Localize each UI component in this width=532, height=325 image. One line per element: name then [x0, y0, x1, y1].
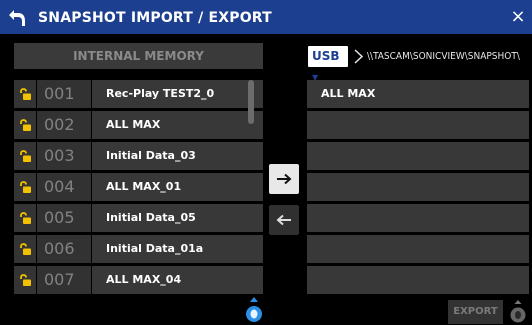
snapshot-name[interactable]: Initial Data_05: [92, 204, 263, 232]
snapshot-name[interactable]: ALL MAX: [92, 111, 263, 139]
snapshot-name[interactable]: ALL MAX_04: [92, 266, 263, 294]
unlocked-padlock-icon: [19, 87, 32, 101]
usb-source-select[interactable]: USB ▼: [308, 46, 348, 82]
internal-snapshot-row[interactable]: 007 ALL MAX_04: [14, 266, 263, 294]
lock-toggle[interactable]: [14, 80, 36, 108]
export-to-usb-button[interactable]: [269, 164, 299, 194]
snapshot-number: 001: [37, 80, 91, 108]
internal-list-scrollbar[interactable]: [248, 80, 254, 124]
internal-memory-header: INTERNAL MEMORY: [14, 43, 263, 69]
back-button[interactable]: [2, 1, 32, 33]
internal-snapshot-row[interactable]: 004 ALL MAX_01: [14, 173, 263, 201]
snapshot-name[interactable]: Initial Data_01a: [92, 235, 263, 263]
usb-source-label: USB: [312, 49, 340, 63]
unlocked-padlock-icon: [19, 242, 32, 256]
encoder-knob-icon: [246, 297, 262, 322]
unlocked-padlock-icon: [19, 273, 32, 287]
arrow-right-icon: [277, 173, 292, 185]
lock-toggle[interactable]: [14, 142, 36, 170]
unlocked-padlock-icon: [19, 211, 32, 225]
snapshot-number: 006: [37, 235, 91, 263]
export-button[interactable]: EXPORT: [448, 300, 503, 324]
internal-snapshot-list: 001 Rec-Play TEST2_0 002 ALL MAX 003 Initial …: [14, 80, 263, 297]
snapshot-name[interactable]: Initial Data_03: [92, 142, 263, 170]
usb-snapshot-row[interactable]: [307, 173, 529, 201]
usb-path: \\TASCAM\SONICVIEW\SNAPSHOT\: [367, 51, 520, 62]
internal-snapshot-row[interactable]: 003 Initial Data_03: [14, 142, 263, 170]
snapshot-number: 004: [37, 173, 91, 201]
internal-snapshot-row[interactable]: 006 Initial Data_01a: [14, 235, 263, 263]
snapshot-number: 002: [37, 111, 91, 139]
encoder-knob-icon: [510, 300, 526, 323]
unlocked-padlock-icon: [19, 118, 32, 132]
lock-toggle[interactable]: [14, 111, 36, 139]
usb-snapshot-row[interactable]: [307, 142, 529, 170]
internal-snapshot-row[interactable]: 001 Rec-Play TEST2_0: [14, 80, 263, 108]
export-encoder-knob[interactable]: [509, 299, 527, 325]
list-encoder-knob[interactable]: [244, 296, 264, 325]
chevron-right-icon: [354, 49, 364, 64]
lock-toggle[interactable]: [14, 266, 36, 294]
internal-snapshot-row[interactable]: 005 Initial Data_05: [14, 204, 263, 232]
lock-toggle[interactable]: [14, 235, 36, 263]
close-icon: ×: [510, 6, 526, 27]
snapshot-number: 005: [37, 204, 91, 232]
snapshot-name[interactable]: Rec-Play TEST2_0: [92, 80, 263, 108]
import-from-usb-button[interactable]: [269, 205, 299, 235]
usb-snapshot-row[interactable]: [307, 266, 529, 294]
lock-toggle[interactable]: [14, 204, 36, 232]
title-bar: SNAPSHOT IMPORT / EXPORT ×: [0, 0, 532, 34]
unlocked-padlock-icon: [19, 149, 32, 163]
internal-snapshot-row[interactable]: 002 ALL MAX: [14, 111, 263, 139]
arrow-left-icon: [276, 214, 291, 226]
snapshot-name[interactable]: ALL MAX_01: [92, 173, 263, 201]
unlocked-padlock-icon: [19, 180, 32, 194]
snapshot-number: 003: [37, 142, 91, 170]
close-button[interactable]: ×: [508, 5, 528, 29]
usb-snapshot-row[interactable]: ALL MAX: [307, 80, 529, 108]
usb-snapshot-list: ALL MAX: [307, 80, 529, 297]
page-title: SNAPSHOT IMPORT / EXPORT: [38, 10, 272, 26]
usb-snapshot-row[interactable]: [307, 111, 529, 139]
back-arrow-icon: [9, 10, 25, 26]
lock-toggle[interactable]: [14, 173, 36, 201]
usb-snapshot-row[interactable]: [307, 235, 529, 263]
usb-snapshot-row[interactable]: [307, 204, 529, 232]
snapshot-number: 007: [37, 266, 91, 294]
